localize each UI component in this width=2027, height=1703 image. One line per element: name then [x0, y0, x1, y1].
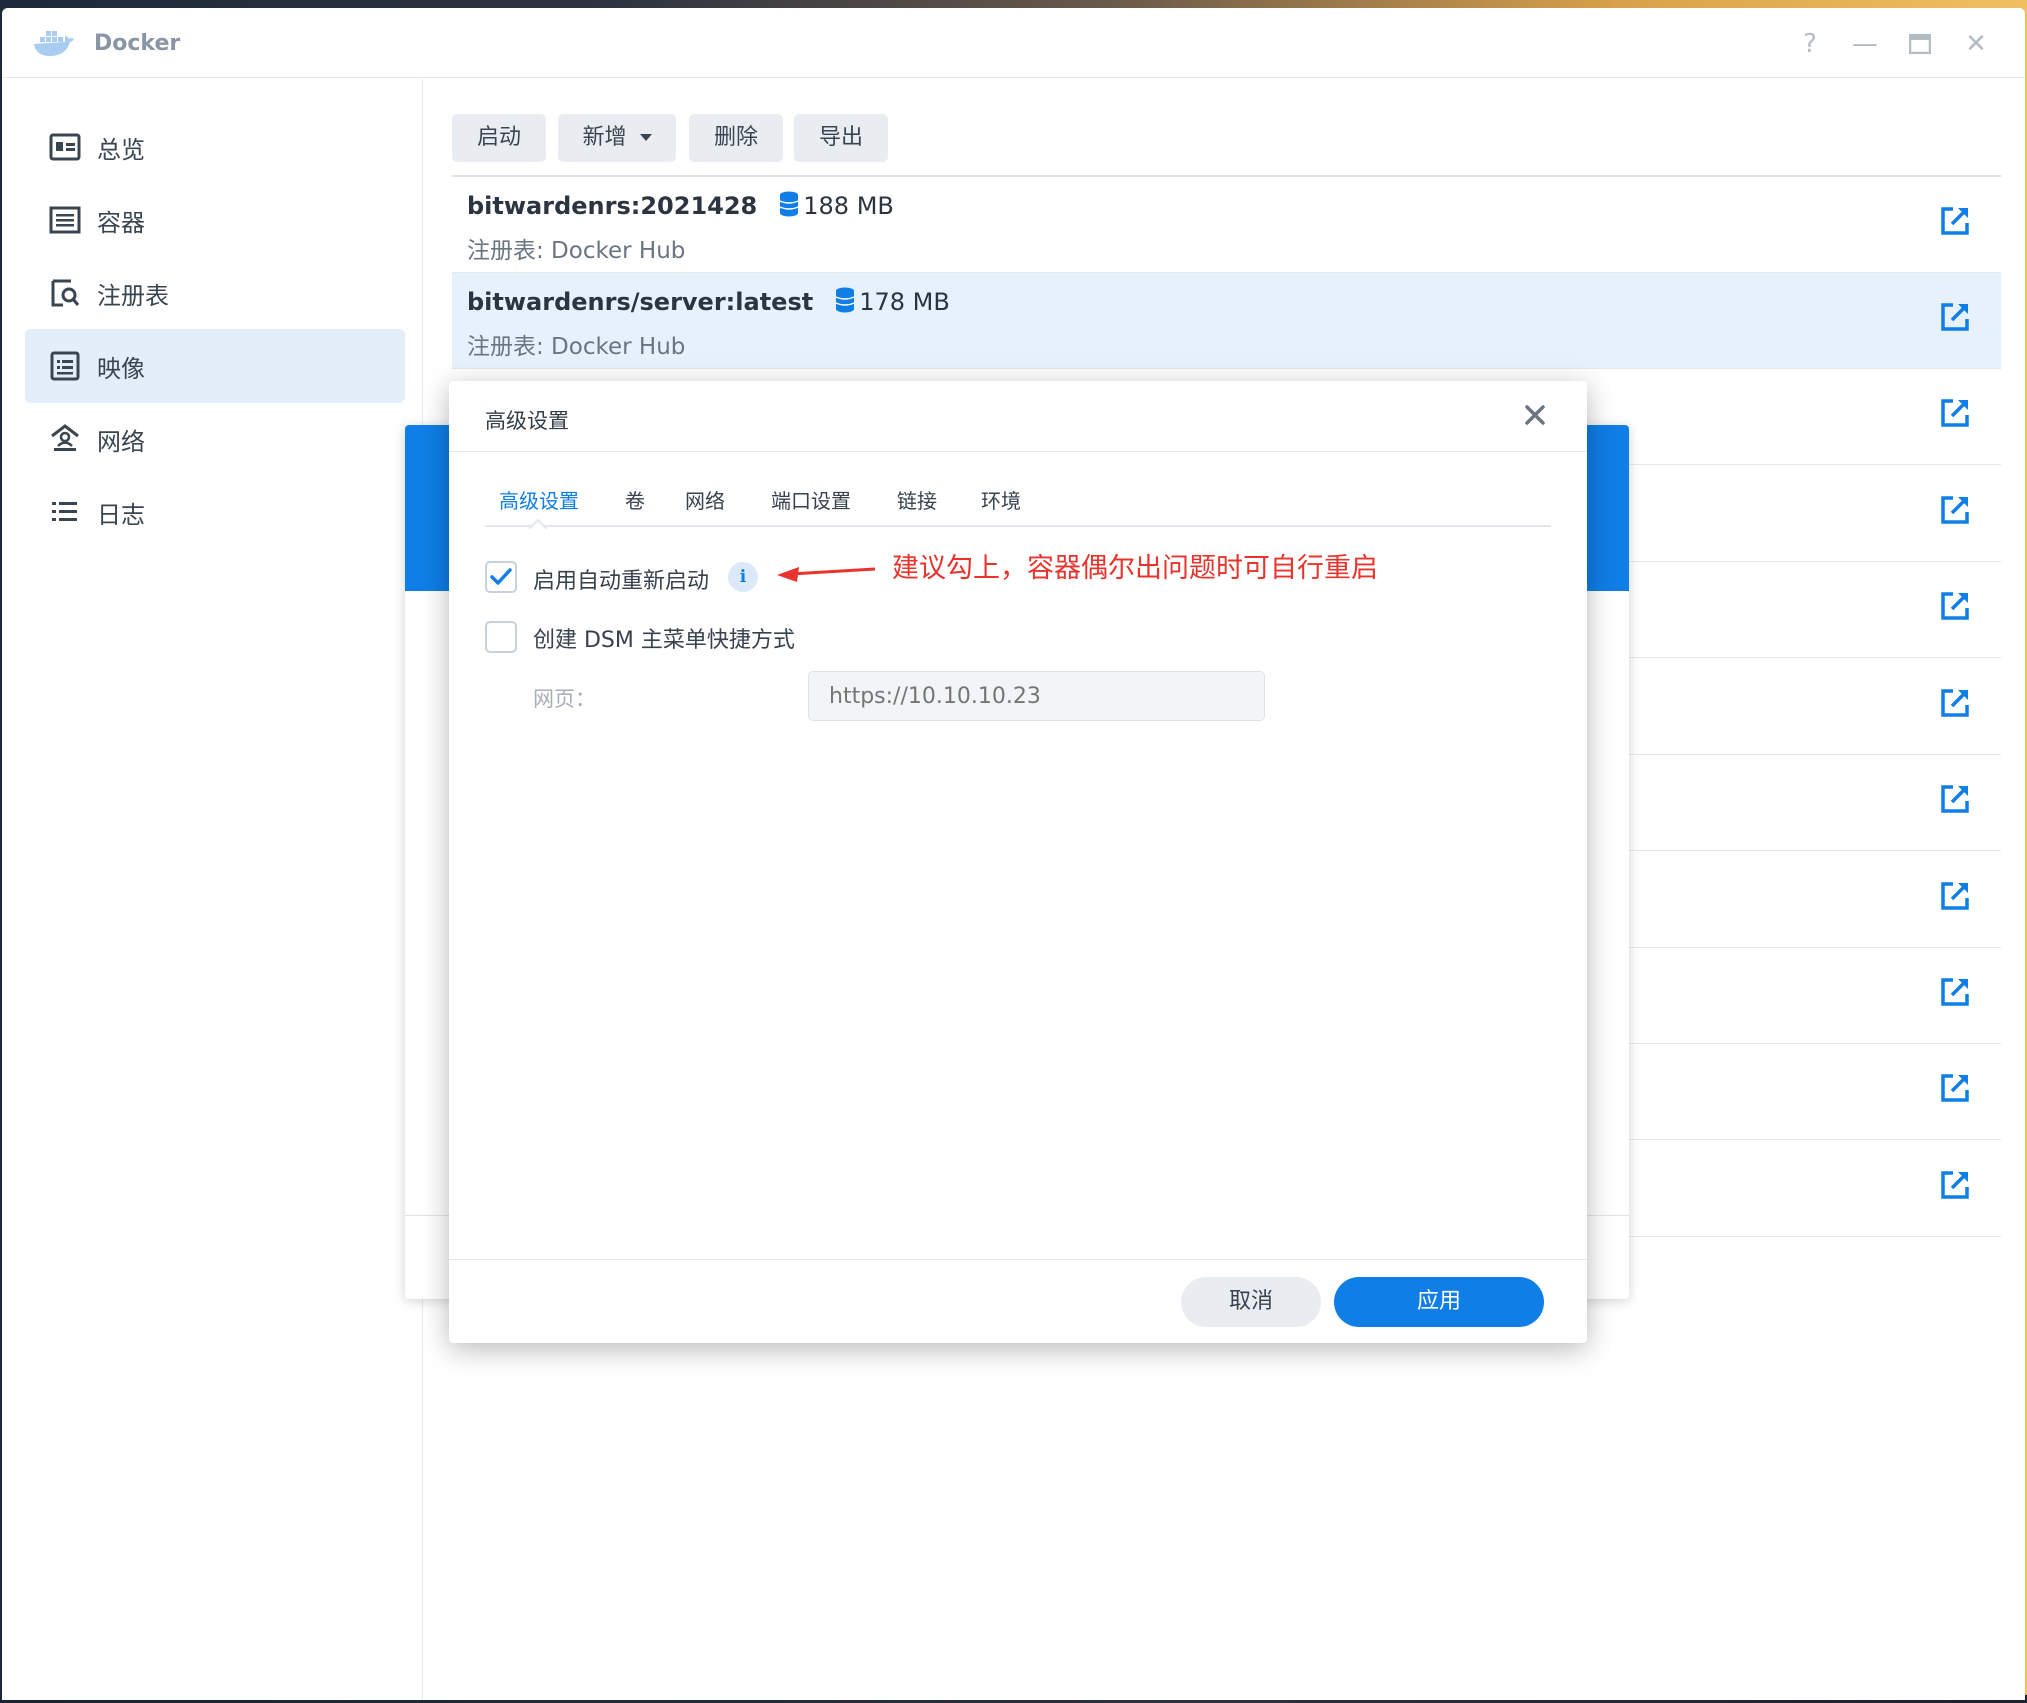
sidebar-item-registry[interactable]: 注册表	[25, 256, 405, 330]
overview-icon	[49, 133, 81, 161]
docker-whale-icon	[34, 31, 74, 56]
image-name: bitwardenrs/server:latest	[467, 288, 814, 316]
external-link-icon[interactable]	[1939, 1072, 1971, 1104]
external-link-icon[interactable]	[1939, 880, 1971, 912]
network-icon	[51, 424, 79, 451]
external-link-icon[interactable]	[1939, 494, 1971, 526]
sidebar-item-overview[interactable]: 总览	[25, 110, 405, 184]
add-button-label: 新增	[582, 125, 627, 150]
delete-button[interactable]: 删除	[689, 114, 783, 162]
sidebar-item-label: 总览	[97, 135, 145, 164]
start-button[interactable]: 启动	[452, 114, 546, 162]
sidebar: 总览 容器 注册表 映像 网络 日志	[2, 79, 423, 1700]
sidebar-item-label: 映像	[97, 354, 145, 383]
sidebar-item-label: 网络	[97, 427, 145, 456]
sidebar-item-label: 注册表	[97, 281, 169, 310]
annotation-arrow-icon	[777, 567, 875, 582]
maximize-icon[interactable]	[1902, 26, 1938, 62]
image-icon	[50, 351, 80, 381]
dialog-header-divider	[449, 451, 1587, 452]
app-title: Docker	[94, 31, 181, 56]
log-icon	[52, 502, 77, 521]
dialog-title: 高级设置	[485, 409, 569, 433]
add-button[interactable]: 新增	[558, 114, 676, 162]
external-link-icon[interactable]	[1939, 976, 1971, 1008]
external-link-icon[interactable]	[1939, 397, 1971, 429]
active-tab-caret-icon	[529, 518, 547, 529]
external-link-icon[interactable]	[1939, 590, 1971, 622]
annotation-text: 建议勾上，容器偶尔出问题时可自行重启	[892, 553, 1378, 584]
container-icon	[49, 206, 81, 234]
table-row[interactable]: bitwardenrs/server:latest 178 MB 注册表: Doc…	[452, 273, 2001, 369]
sidebar-item-container[interactable]: 容器	[25, 183, 405, 257]
tab-environment[interactable]: 环境	[981, 485, 1021, 514]
tab-port-settings[interactable]: 端口设置	[771, 485, 851, 514]
external-link-icon[interactable]	[1939, 301, 1971, 333]
dialog-footer-divider	[449, 1259, 1587, 1260]
dsm-shortcut-label: 创建 DSM 主菜单快捷方式	[533, 628, 795, 653]
image-size: 188 MB	[803, 192, 894, 220]
external-link-icon[interactable]	[1939, 687, 1971, 719]
sidebar-item-label: 日志	[97, 500, 145, 529]
webpage-input[interactable]	[808, 671, 1265, 721]
help-icon[interactable]: ?	[1792, 26, 1828, 62]
titlebar: Docker ? — ✕	[2, 8, 2025, 78]
tab-network[interactable]: 网络	[685, 485, 725, 514]
database-icon	[835, 287, 855, 313]
docker-window: Docker ? — ✕ 总览 容器 注册表 映像 网络 日志 启动 新增 删除…	[2, 8, 2025, 1700]
image-size: 178 MB	[859, 288, 950, 316]
registry-icon	[51, 279, 80, 307]
close-icon[interactable]	[1519, 399, 1551, 431]
external-link-icon[interactable]	[1939, 783, 1971, 815]
dialog-tabs: 高级设置 卷 网络 端口设置 链接 环境	[485, 479, 1551, 529]
checkmark-icon	[490, 568, 512, 585]
tab-advanced[interactable]: 高级设置	[499, 485, 579, 514]
image-registry: 注册表: Docker Hub	[467, 238, 686, 264]
external-link-icon[interactable]	[1939, 205, 1971, 237]
sidebar-item-log[interactable]: 日志	[25, 475, 405, 549]
sidebar-item-label: 容器	[97, 208, 145, 237]
tab-volume[interactable]: 卷	[625, 485, 645, 514]
sidebar-item-image[interactable]: 映像	[25, 329, 405, 403]
database-icon	[779, 191, 799, 217]
image-registry: 注册表: Docker Hub	[467, 334, 686, 360]
sidebar-item-network[interactable]: 网络	[25, 402, 405, 476]
cancel-button[interactable]: 取消	[1181, 1277, 1321, 1327]
auto-restart-checkbox[interactable]	[485, 561, 517, 593]
chevron-down-icon	[639, 134, 652, 141]
image-name: bitwardenrs:2021428	[467, 192, 758, 220]
info-icon[interactable]: i	[728, 562, 758, 592]
export-button[interactable]: 导出	[794, 114, 888, 162]
minimize-icon[interactable]: —	[1847, 26, 1883, 62]
tab-links[interactable]: 链接	[897, 485, 937, 514]
apply-button[interactable]: 应用	[1334, 1277, 1544, 1327]
table-row[interactable]: bitwardenrs:2021428 188 MB 注册表: Docker Hu…	[452, 177, 2001, 273]
external-link-icon[interactable]	[1939, 1169, 1971, 1201]
webpage-label: 网页：	[533, 687, 596, 711]
advanced-settings-dialog: 高级设置 高级设置 卷 网络 端口设置 链接 环境 启用自动重新启动 i 建议勾…	[449, 381, 1587, 1343]
close-icon[interactable]: ✕	[1958, 26, 1994, 62]
auto-restart-label: 启用自动重新启动	[533, 569, 710, 594]
dsm-shortcut-checkbox[interactable]	[485, 621, 517, 653]
